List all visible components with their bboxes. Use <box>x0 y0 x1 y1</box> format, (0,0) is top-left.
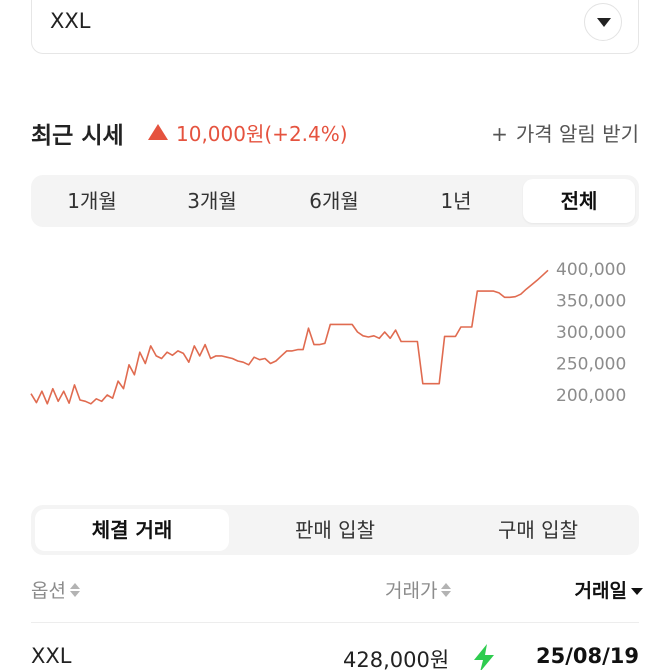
column-date-label: 거래일 <box>574 580 627 602</box>
caret-down-icon[interactable] <box>584 3 622 41</box>
column-date[interactable]: 거래일 <box>575 576 643 603</box>
y-tick-label: 300,000 <box>556 323 626 343</box>
price-chart[interactable]: 400,000 350,000 300,000 250,000 200,000 <box>0 240 670 440</box>
tab-completed-trades[interactable]: 체결 거래 <box>35 509 229 551</box>
row-price: 428,000원 <box>343 648 450 670</box>
divider <box>31 622 639 623</box>
column-option-label: 옵션 <box>31 580 66 602</box>
y-tick-label: 350,000 <box>556 292 626 312</box>
table-row: XXL 428,000원 25/08/19 <box>31 644 639 670</box>
size-select-value: XXL <box>50 9 91 33</box>
price-change: 10,000원(+2.4%) <box>176 122 348 146</box>
section-title: 최근 시세 <box>31 123 124 149</box>
price-alert-button[interactable]: + 가격 알림 받기 <box>491 118 639 147</box>
lightning-icon <box>474 644 494 670</box>
tab-all[interactable]: 전체 <box>523 179 635 223</box>
row-option: XXL <box>31 644 72 668</box>
trade-tabs: 체결 거래 판매 입찰 구매 입찰 <box>31 505 639 555</box>
tab-1-month[interactable]: 1개월 <box>39 179 145 223</box>
y-tick-label: 400,000 <box>556 260 626 280</box>
sort-icon <box>441 582 453 598</box>
sort-desc-icon <box>631 582 643 598</box>
sort-icon <box>69 582 82 598</box>
tab-3-months[interactable]: 3개월 <box>159 179 265 223</box>
triangle-up-icon <box>148 124 168 140</box>
tab-buy-bids[interactable]: 구매 입찰 <box>441 509 635 551</box>
tab-sell-bids[interactable]: 판매 입찰 <box>238 509 432 551</box>
column-price-label: 거래가 <box>385 580 438 602</box>
y-tick-label: 200,000 <box>556 386 626 406</box>
size-select[interactable]: XXL <box>31 0 639 54</box>
row-date: 25/08/19 <box>535 644 639 668</box>
recent-price-header: 최근 시세 10,000원(+2.4%) + 가격 알림 받기 <box>31 116 639 152</box>
column-option[interactable]: 옵션 <box>31 576 82 603</box>
tab-6-months[interactable]: 6개월 <box>281 179 387 223</box>
column-price[interactable]: 거래가 <box>385 576 453 603</box>
y-tick-label: 250,000 <box>556 355 626 375</box>
tab-1-year[interactable]: 1년 <box>403 179 509 223</box>
price-line <box>30 269 549 405</box>
plus-icon: + <box>491 122 508 146</box>
trade-table-header: 옵션 거래가 거래일 <box>31 576 643 606</box>
price-alert-label: 가격 알림 받기 <box>515 122 639 146</box>
period-tabs: 1개월 3개월 6개월 1년 전체 <box>31 175 639 227</box>
